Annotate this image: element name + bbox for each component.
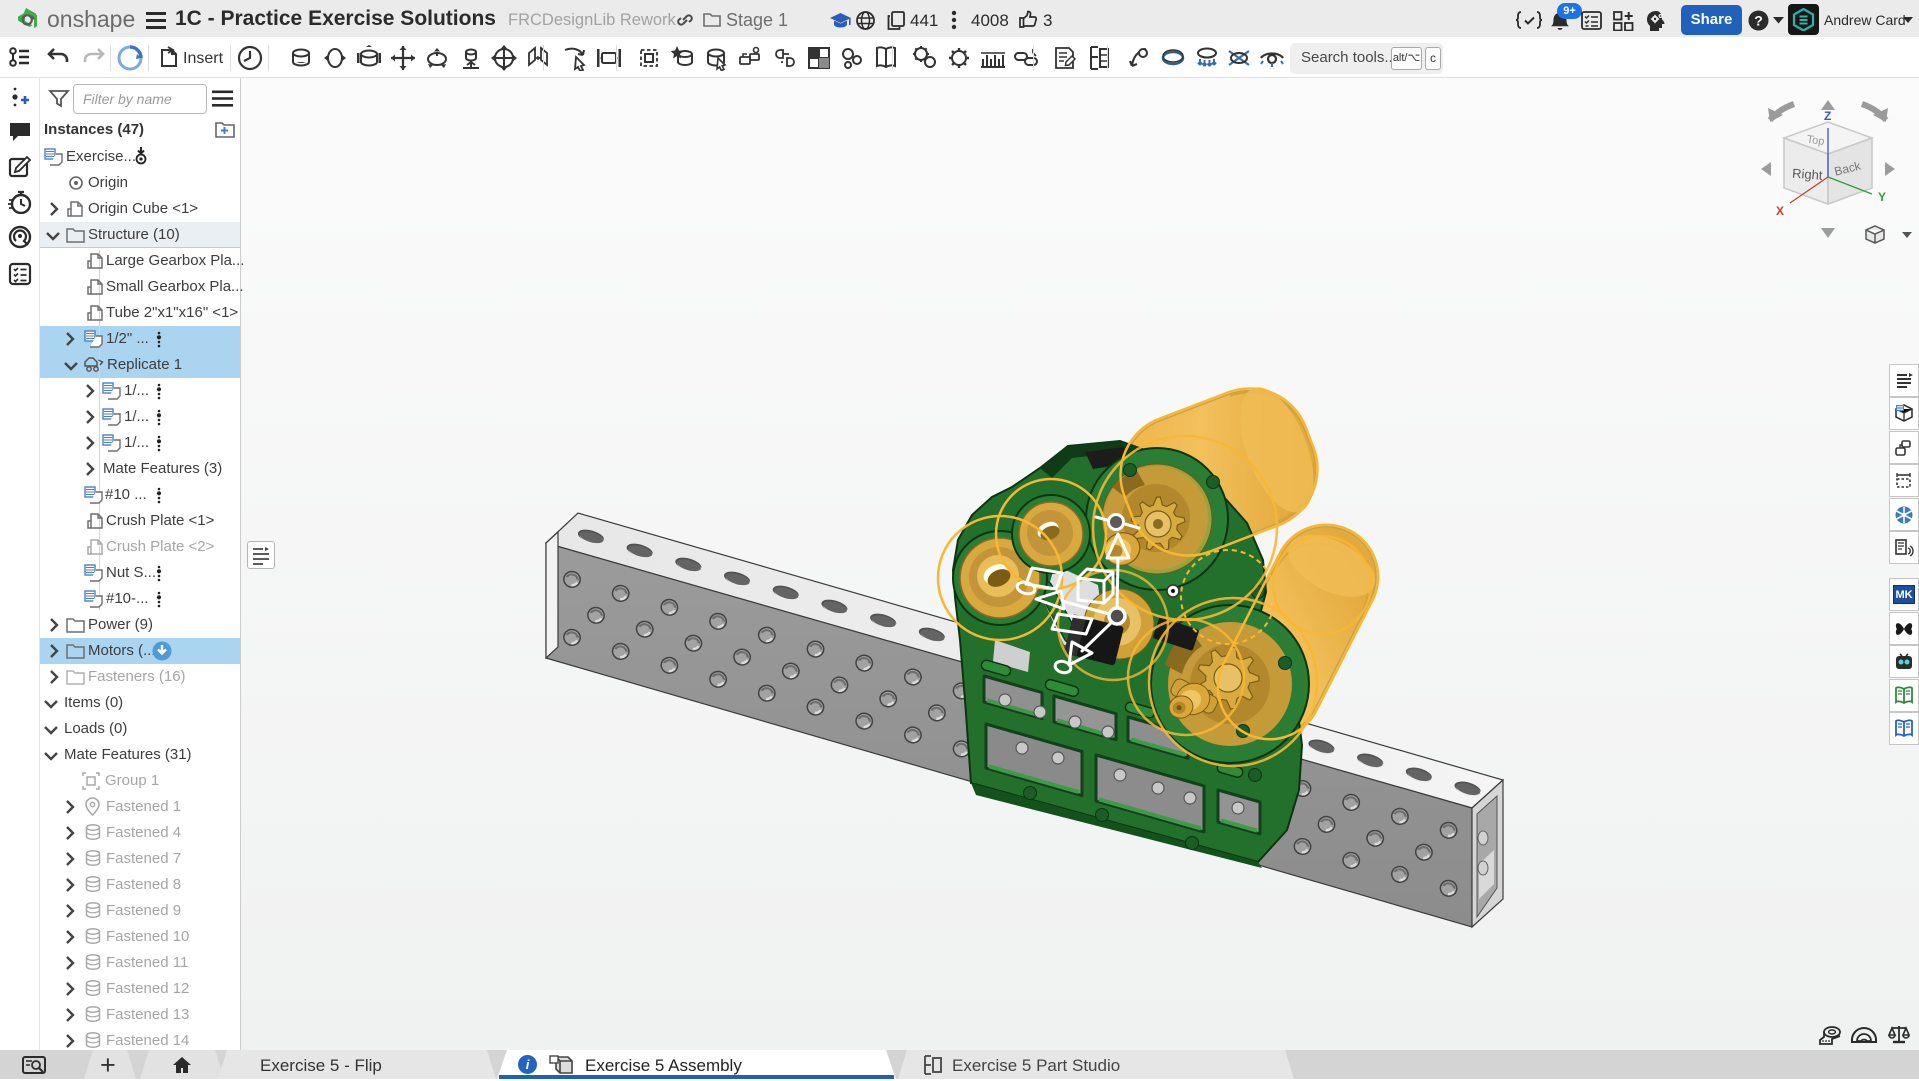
svg-text:Y: Y [1878, 190, 1886, 204]
svg-text:Top: Top [1806, 134, 1825, 148]
svg-text:X: X [1776, 204, 1784, 218]
svg-text:Z: Z [1824, 109, 1831, 123]
svg-text:Right: Right [1792, 166, 1824, 183]
svg-text:?: ? [1754, 13, 1763, 29]
